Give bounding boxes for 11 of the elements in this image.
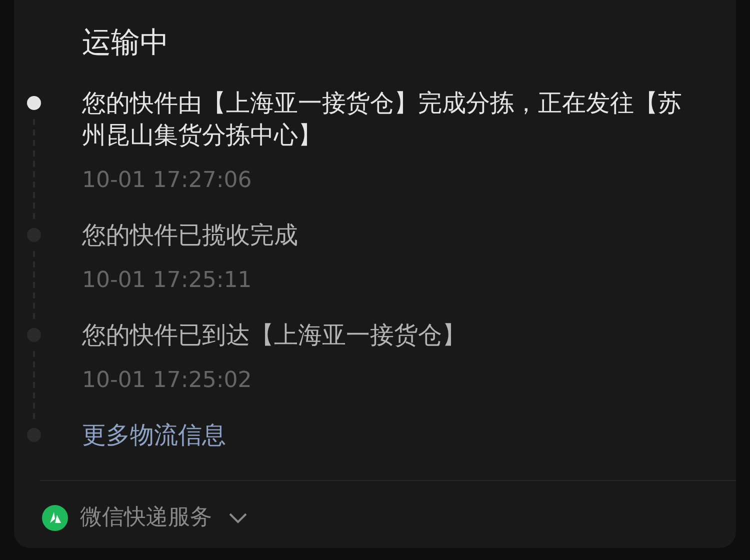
service-logo-icon	[42, 505, 68, 531]
event-text: 您的快件已到达【上海亚一接货仓】	[82, 320, 467, 351]
event-time: 10-01 17:27:06	[82, 167, 252, 195]
more-logistics-link[interactable]: 更多物流信息	[82, 419, 226, 451]
chevron-down-icon[interactable]	[228, 512, 248, 524]
status-title: 运输中	[82, 24, 169, 61]
event-text: 您的快件由【上海亚一接货仓】完成分拣，正在发往【苏州昆山集货分拣中心】	[82, 88, 683, 151]
event-time: 10-01 17:25:11	[82, 267, 252, 295]
service-name: 微信快递服务	[80, 504, 212, 532]
event-text: 您的快件已揽收完成	[82, 220, 299, 251]
event-time: 10-01 17:25:02	[82, 367, 252, 395]
